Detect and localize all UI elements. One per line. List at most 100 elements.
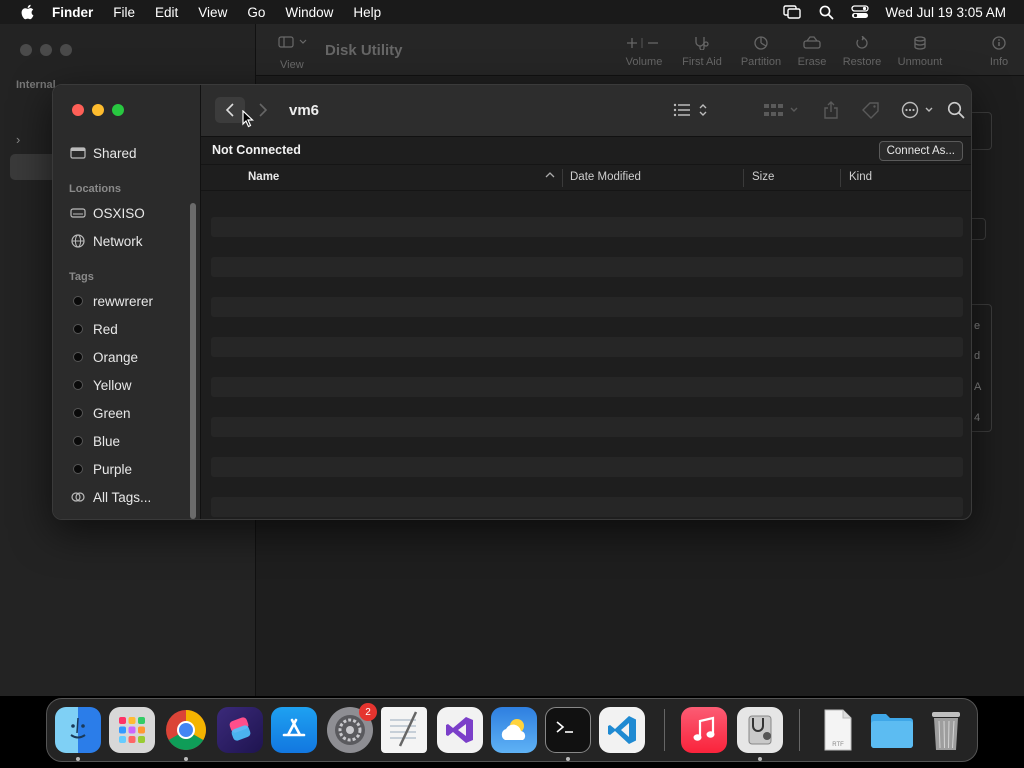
column-divider[interactable] (840, 169, 841, 187)
sidebar-tag-yellow[interactable]: Yellow (69, 375, 132, 395)
sidebar-locations-header: Locations (69, 183, 121, 195)
control-center-icon[interactable] (851, 4, 870, 20)
menu-edit[interactable]: Edit (155, 5, 178, 20)
info-button[interactable]: Info (969, 36, 1024, 68)
details-snippet-1: e (974, 320, 981, 332)
sidebar-tag-green[interactable]: Green (69, 403, 131, 423)
connect-as-button[interactable]: Connect As... (878, 141, 963, 161)
menu-file[interactable]: File (113, 5, 135, 20)
sidebar-tag-purple[interactable]: Purple (69, 459, 132, 479)
sort-ascending-icon[interactable] (545, 170, 555, 182)
first-aid-label: First Aid (682, 56, 722, 68)
sidebar-scrollbar[interactable] (190, 203, 196, 519)
music-icon[interactable] (681, 707, 727, 753)
app-store-icon[interactable] (271, 707, 317, 753)
close-button[interactable] (72, 104, 84, 116)
details-snippet-4: 4 (974, 412, 981, 424)
document-icon[interactable]: RTF (815, 707, 861, 753)
tag-dot-icon (69, 296, 87, 306)
column-size[interactable]: Size (752, 171, 774, 183)
trash-icon[interactable] (923, 707, 969, 753)
view-as-list-button[interactable] (673, 99, 711, 121)
sidebar-item-shared[interactable]: Shared (69, 143, 137, 163)
dock-separator (799, 709, 800, 751)
restore-label: Restore (842, 56, 882, 68)
volume-button[interactable]: Volume (614, 36, 674, 68)
unmount-icon (914, 36, 926, 50)
column-date-modified[interactable]: Date Modified (570, 171, 641, 183)
downloads-folder-icon[interactable] (869, 707, 915, 753)
sidebar-tags-header: Tags (69, 271, 94, 283)
screen-mirroring-icon[interactable] (783, 4, 802, 20)
connection-status-bar: Not Connected Connect As... (201, 137, 971, 165)
menu-view[interactable]: View (198, 5, 227, 20)
disk-utility-traffic-lights (20, 44, 72, 56)
notification-badge: 2 (359, 703, 377, 721)
restore-arrow-icon (856, 36, 868, 49)
menu-go[interactable]: Go (247, 5, 265, 20)
finder-icon[interactable] (55, 707, 101, 753)
restore-button[interactable]: Restore (832, 36, 892, 68)
disk-utility-view-button[interactable]: View (278, 36, 308, 71)
sidebar-tag-blue[interactable]: Blue (69, 431, 120, 451)
list-row-stripe (211, 377, 963, 397)
search-icon (947, 101, 965, 119)
action-menu-button[interactable] (901, 99, 939, 121)
sidebar-tag-rewwrerer[interactable]: rewwrerer (69, 291, 153, 311)
shortcuts-icon[interactable] (217, 707, 263, 753)
ellipsis-circle-icon (901, 101, 933, 119)
plus-minus-icon (627, 38, 658, 48)
menu-bar-clock[interactable]: Wed Jul 19 3:05 AM (885, 5, 1006, 20)
search-button[interactable] (947, 99, 965, 121)
share-button[interactable] (823, 99, 839, 121)
apple-menu-icon[interactable] (20, 4, 34, 20)
menu-window[interactable]: Window (285, 5, 333, 20)
list-row-stripe (211, 497, 963, 517)
running-indicator (758, 757, 762, 761)
sidebar-item-label: Yellow (93, 377, 132, 393)
spotlight-search-icon[interactable] (817, 4, 835, 20)
chrome-icon[interactable] (163, 707, 209, 753)
column-kind[interactable]: Kind (849, 171, 872, 183)
sidebar-tag-orange[interactable]: Orange (69, 347, 138, 367)
share-icon (824, 101, 838, 119)
textedit-icon[interactable] (381, 707, 427, 753)
disk-utility-title: Disk Utility (325, 42, 403, 59)
first-aid-button[interactable]: First Aid (672, 36, 732, 68)
terminal-icon[interactable] (545, 707, 591, 753)
unmount-button[interactable]: Unmount (890, 36, 950, 68)
unmount-label: Unmount (897, 56, 943, 68)
vscode-icon[interactable] (599, 707, 645, 753)
disk-utility-icon[interactable] (737, 707, 783, 753)
column-name[interactable]: Name (248, 171, 279, 183)
dock-separator (664, 709, 665, 751)
edit-tags-button[interactable] (861, 99, 881, 121)
tag-dot-icon (69, 380, 87, 390)
zoom-button[interactable] (112, 104, 124, 116)
column-divider[interactable] (743, 169, 744, 187)
info-icon (992, 36, 1006, 50)
column-divider[interactable] (562, 169, 563, 187)
chevron-right-icon[interactable]: › (16, 132, 20, 147)
list-row-stripe (211, 297, 963, 317)
tag-dot-icon (69, 324, 87, 334)
sidebar-item-osxiso[interactable]: OSXISO (69, 203, 145, 223)
sidebar-all-tags[interactable]: All Tags... (69, 487, 151, 507)
visual-studio-icon[interactable] (437, 707, 483, 753)
sidebar-item-label: Green (93, 405, 131, 421)
tag-icon (862, 102, 879, 119)
disk-utility-toolbar: View Disk Utility Volume First Aid Parti… (256, 24, 1024, 76)
menu-help[interactable]: Help (353, 5, 381, 20)
running-indicator (566, 757, 570, 761)
back-button[interactable] (215, 97, 245, 123)
sidebar-toggle-icon (278, 36, 307, 48)
system-settings-icon[interactable]: 2 (327, 703, 377, 753)
weather-icon[interactable] (491, 707, 537, 753)
menu-app-name[interactable]: Finder (52, 5, 93, 20)
launchpad-icon[interactable] (109, 707, 155, 753)
sidebar-tag-red[interactable]: Red (69, 319, 118, 339)
minimize-button[interactable] (92, 104, 104, 116)
sidebar-item-label: rewwrerer (93, 293, 154, 309)
group-by-button[interactable] (763, 99, 801, 121)
sidebar-item-network[interactable]: Network (69, 231, 143, 251)
